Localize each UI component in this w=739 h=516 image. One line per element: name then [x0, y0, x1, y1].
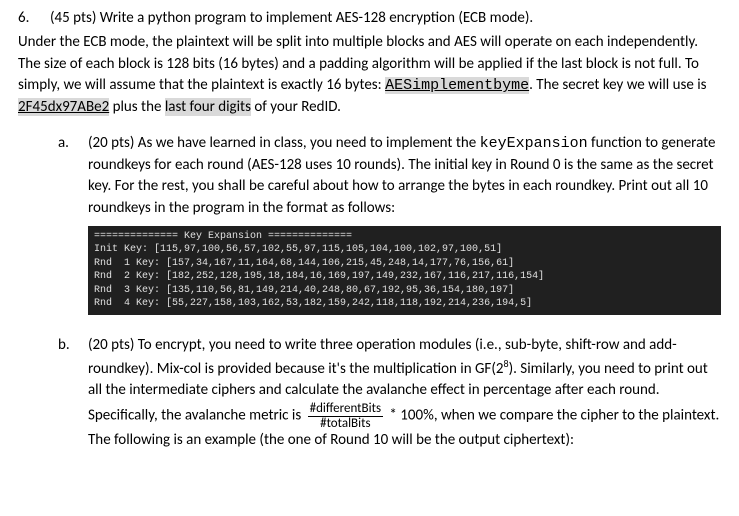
- question-body: Under the ECB mode, the plaintext will b…: [18, 32, 721, 119]
- code-output-keyexpansion: ============== Key Expansion ===========…: [88, 226, 721, 315]
- body-text: plus the: [109, 98, 165, 116]
- question-number: 6.: [18, 8, 40, 30]
- body-text: of your RedID.: [251, 98, 341, 116]
- subpart-a-text: (20 pts) As we have learned in class, yo…: [88, 134, 480, 152]
- gf-expression: GF(28): [475, 360, 513, 378]
- fraction-denominator: #totalBits: [308, 417, 383, 431]
- function-name: keyExpansion: [480, 135, 588, 152]
- subpart-a: a. (20 pts) As we have learned in class,…: [58, 133, 721, 321]
- question-title: (45 pts) Write a python program to imple…: [50, 8, 533, 30]
- plaintext-value: AESimplementbyme: [385, 77, 529, 94]
- body-text: . The secret key we will use is: [529, 76, 706, 94]
- subpart-letter: b.: [58, 335, 76, 452]
- fraction-avalanche: #differentBits#totalBits: [308, 402, 383, 430]
- subpart-letter: a.: [58, 133, 76, 321]
- fraction-numerator: #differentBits: [308, 402, 383, 417]
- subpart-b: b. (20 pts) To encrypt, you need to writ…: [58, 335, 721, 452]
- question-header: 6. (45 pts) Write a python program to im…: [18, 8, 721, 30]
- last-four-digits: last four digits: [165, 98, 251, 116]
- key-value: 2F45dx97ABe2: [18, 98, 109, 116]
